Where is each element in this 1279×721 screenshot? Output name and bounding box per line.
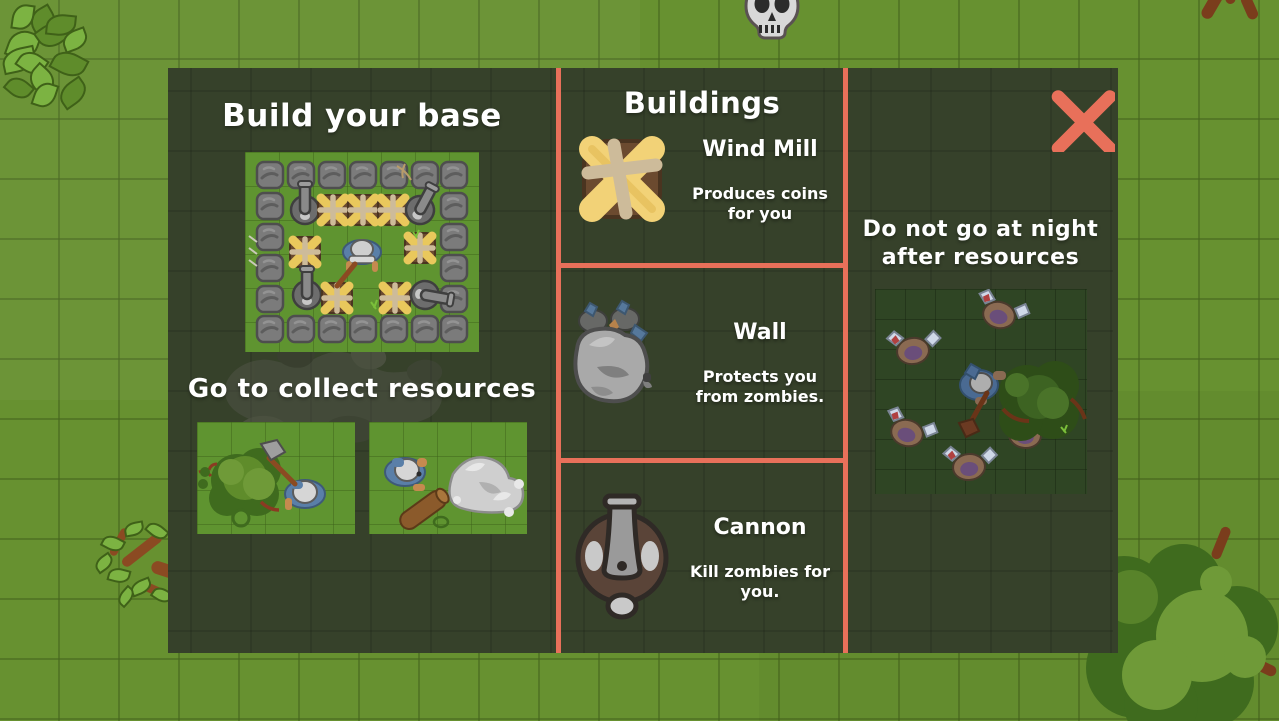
skull-icon	[742, 0, 802, 40]
building-description: Protects you from zombies.	[695, 366, 825, 406]
resource-preview-row	[168, 422, 556, 534]
building-name: Cannon	[713, 514, 807, 540]
tutorial-panel: Build your base Go to collect resources …	[168, 68, 1118, 653]
night-scene-preview	[874, 289, 1087, 494]
build-base-column: Build your base Go to collect resources	[168, 68, 556, 653]
stone-wall-icon	[561, 299, 683, 421]
page-title-buildings: Buildings	[623, 86, 781, 120]
windmill-icon	[561, 129, 683, 229]
building-description: Produces coins for you	[692, 184, 828, 223]
building-name: Wall	[733, 319, 787, 345]
close-button[interactable]	[1037, 90, 1115, 152]
building-row-wall[interactable]: Wall Protects you from zombies.	[561, 263, 843, 458]
page-title-collect: Go to collect resources	[187, 374, 537, 404]
building-text-wall: Wall Protects you from zombies.	[683, 320, 843, 407]
resource-preview-wood	[197, 422, 355, 534]
night-warning-title: Do not go at night after resources	[862, 217, 1099, 270]
cannon-icon	[561, 493, 683, 623]
building-text-cannon: Cannon Kill zombies for you.	[683, 515, 843, 602]
building-row-windmill[interactable]: Buildings Wind Mill Produces coins for y…	[561, 68, 843, 263]
building-text-windmill: Wind Mill Produces coins for you	[683, 137, 843, 224]
building-description: Kill zombies for you.	[689, 561, 831, 601]
resource-preview-stone	[369, 422, 527, 534]
buildings-column: Buildings Wind Mill Produces coins for y…	[556, 68, 848, 653]
building-name: Wind Mill	[702, 137, 818, 162]
night-warning-column: Do not go at night after resources	[848, 68, 1115, 653]
base-layout-preview	[245, 152, 479, 352]
page-title-build: Build your base	[222, 98, 502, 134]
building-row-cannon[interactable]: Cannon Kill zombies for you.	[561, 458, 843, 653]
